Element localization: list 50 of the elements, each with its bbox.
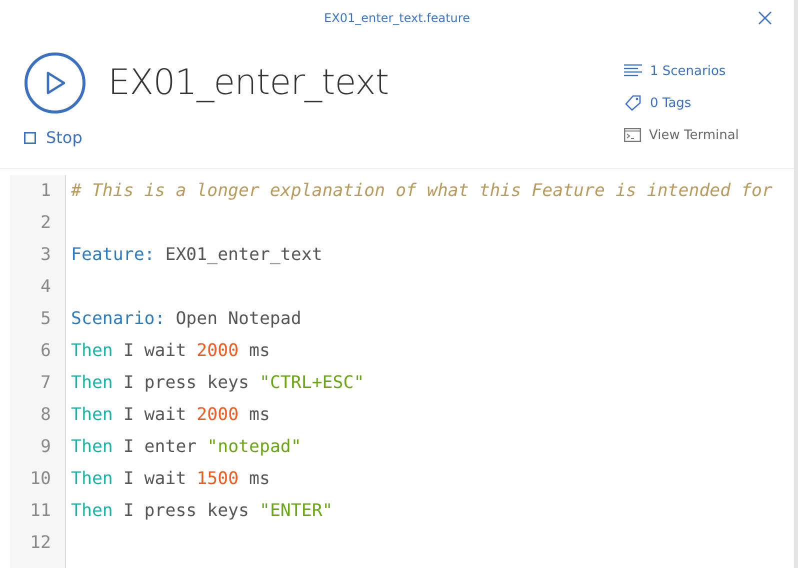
code-text: I wait (123, 405, 186, 425)
step-keyword: Then (71, 373, 113, 393)
code-keyword: Scenario: (71, 309, 166, 329)
line-number: 9 (40, 437, 52, 457)
feature-title: EX01_enter_text (108, 63, 389, 103)
line-number: 6 (40, 341, 52, 361)
code-text: I press keys (123, 373, 249, 393)
step-keyword: Then (71, 501, 113, 521)
code-text: I press keys (123, 501, 249, 521)
play-button[interactable] (24, 52, 86, 114)
step-keyword: Then (71, 341, 113, 361)
code-string: "ENTER" (259, 501, 333, 521)
scenarios-link[interactable]: 1 Scenarios (624, 60, 794, 82)
code-string: "notepad" (207, 437, 302, 457)
code-number: 2000 (196, 405, 239, 425)
code-number: 1500 (196, 469, 239, 489)
tags-link[interactable]: 0 Tags (624, 92, 794, 114)
step-keyword: Then (71, 437, 113, 457)
code-text: ms (249, 341, 270, 361)
code-text: ms (249, 469, 270, 489)
line-number: 12 (29, 533, 52, 553)
stop-icon (24, 132, 36, 144)
code-string: "CTRL+ESC" (259, 373, 364, 393)
step-keyword: Then (71, 469, 113, 489)
line-number: 2 (40, 213, 52, 233)
line-number: 10 (29, 469, 52, 489)
step-keyword: Then (71, 405, 113, 425)
list-icon (624, 64, 642, 78)
line-number: 3 (40, 245, 52, 265)
code-text: I wait (123, 341, 186, 361)
terminal-icon (624, 128, 641, 142)
code-comment: # This is a longer explanation of what this Feature is intended for (71, 181, 772, 201)
line-number: 5 (40, 309, 52, 329)
line-number: 1 (40, 181, 52, 201)
code-text: Open Notepad (176, 309, 302, 329)
tag-icon (624, 95, 642, 111)
line-number: 11 (29, 501, 52, 521)
code-text: I wait (123, 469, 186, 489)
line-number: 7 (40, 373, 52, 393)
stop-button[interactable]: Stop (24, 128, 82, 147)
code-keyword: Feature: (71, 245, 155, 265)
code-text: ms (249, 405, 270, 425)
line-number: 8 (40, 405, 52, 425)
code-number: 2000 (196, 341, 239, 361)
window-title: EX01_enter_text.feature (324, 11, 470, 25)
terminal-link[interactable]: View Terminal (624, 124, 794, 146)
close-icon[interactable] (758, 11, 772, 25)
line-number: 4 (40, 277, 52, 297)
code-text: EX01_enter_text (165, 245, 322, 265)
code-text: I enter (123, 437, 197, 457)
